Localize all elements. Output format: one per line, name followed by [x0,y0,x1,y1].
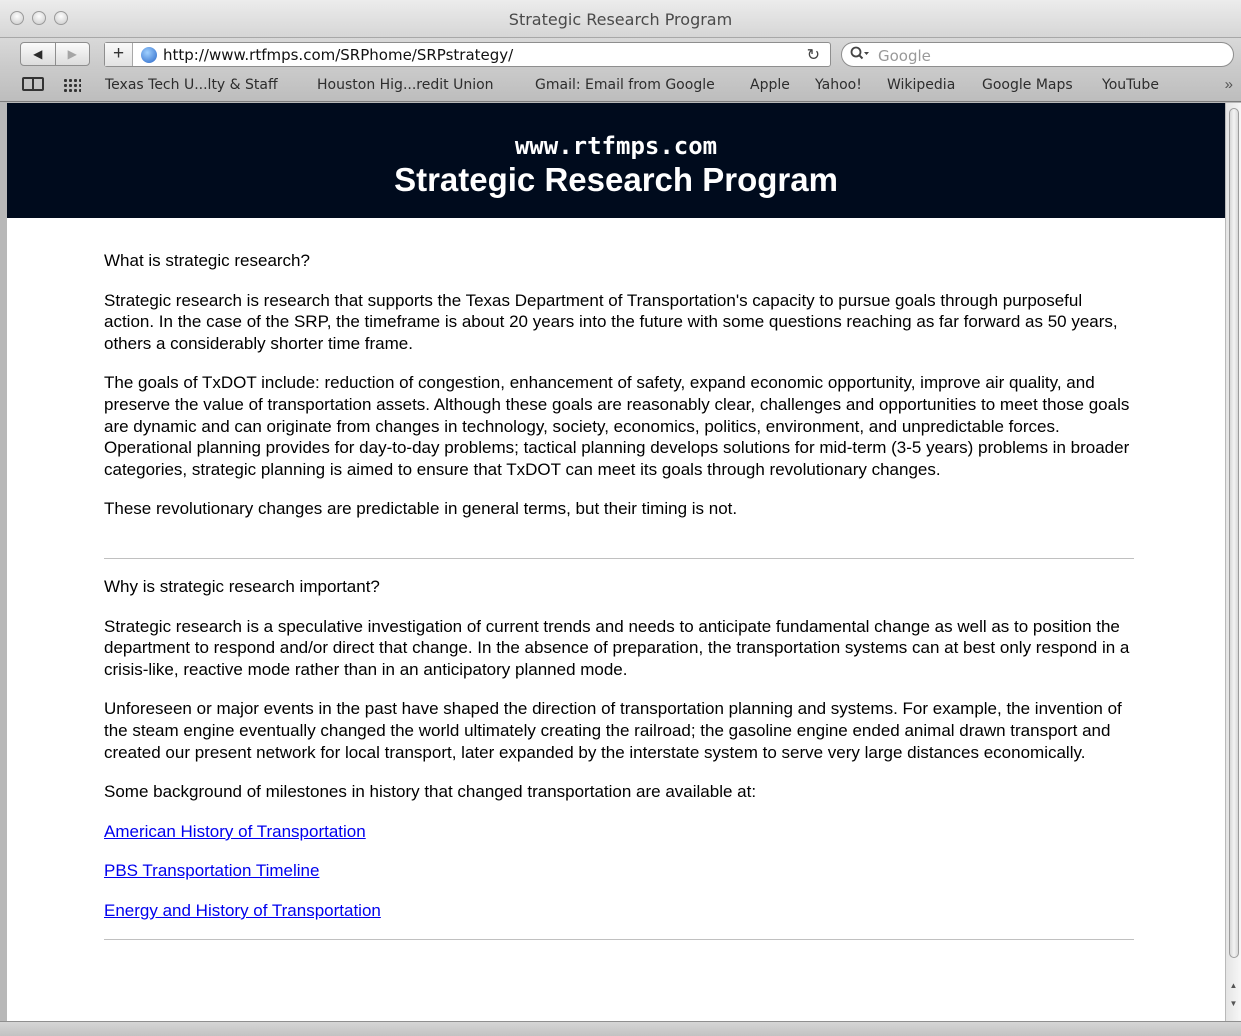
page-viewport: www.rtfmps.com Strategic Research Progra… [7,103,1225,1021]
add-bookmark-button[interactable]: + [105,43,133,66]
search-icon[interactable] [850,46,870,65]
paragraph: The goals of TxDOT include: reduction of… [104,373,1130,479]
browser-toolbar: ◀ ▶ + http://www.rtfmps.com/SRPhome/SRPs… [0,38,1241,70]
forward-button[interactable]: ▶ [54,43,90,65]
scroll-thumb[interactable] [1229,108,1239,958]
bookmark-item[interactable]: Texas Tech U...lty & Staff [105,77,278,93]
window-titlebar: Strategic Research Program [0,0,1241,38]
paragraph: Unforeseen or major events in the past h… [104,699,1122,762]
reload-icon[interactable]: ↻ [807,45,820,65]
top-sites-grid-icon[interactable] [63,78,81,92]
search-placeholder: Google [878,47,931,65]
scroll-up-arrow-icon[interactable]: ▲ [1226,981,1241,990]
search-field[interactable]: Google [841,42,1234,67]
bookmark-item[interactable]: Gmail: Email from Google [535,77,715,93]
bookmarks-bar: Texas Tech U...lty & Staff Houston Hig..… [0,70,1241,102]
page-title: Strategic Research Program [394,161,838,198]
section-question: Why is strategic research important? [104,576,380,596]
bookmark-item[interactable]: Houston Hig...redit Union [317,77,494,93]
bookmark-item[interactable]: Wikipedia [887,77,955,93]
paragraph: Strategic research is research that supp… [104,290,1118,353]
bookmarks-overflow-button[interactable]: » [1225,76,1233,93]
vertical-scrollbar[interactable]: ▲ ▼ [1225,103,1241,1021]
section-divider [104,939,1134,941]
paragraph: Strategic research is a speculative inve… [104,616,1130,679]
address-bar[interactable]: + http://www.rtfmps.com/SRPhome/SRPstrat… [104,42,831,67]
section-question: What is strategic research? [104,251,310,270]
scroll-down-arrow-icon[interactable]: ▼ [1226,999,1241,1008]
back-button[interactable]: ◀ [21,43,55,65]
link-energy-history[interactable]: Energy and History of Transportation [104,900,381,922]
bookmark-item[interactable]: YouTube [1102,77,1159,93]
bookmark-item[interactable]: Apple [750,77,790,93]
window-title: Strategic Research Program [508,10,733,29]
nav-buttons: ◀ ▶ [20,42,90,66]
bookmark-item[interactable]: Yahoo! [815,77,862,93]
status-bar [0,1021,1241,1036]
bookmark-item[interactable]: Google Maps [982,77,1073,93]
link-pbs-timeline[interactable]: PBS Transportation Timeline [104,860,319,882]
bookmarks-book-icon[interactable] [22,77,44,91]
site-domain: www.rtfmps.com [514,132,718,160]
main-content: What is strategic research? Strategic re… [104,250,1134,957]
site-header: www.rtfmps.com Strategic Research Progra… [7,103,1225,218]
paragraph: Some background of milestones in history… [104,782,757,802]
globe-icon [141,47,157,63]
link-american-history[interactable]: American History of Transportation [104,821,366,843]
section-divider [104,557,1134,559]
paragraph: These revolutionary changes are predicta… [104,499,738,519]
url-input[interactable]: http://www.rtfmps.com/SRPhome/SRPstrateg… [163,46,513,64]
